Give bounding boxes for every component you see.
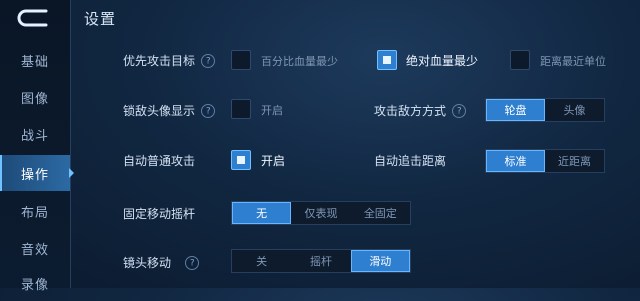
chase-distance-label: 自动追击距离 — [374, 152, 446, 169]
auto-attack-text: 自动普通攻击 — [123, 154, 196, 168]
joystick-visual-only[interactable]: 仅表现 — [291, 202, 350, 224]
attack-mode-avatar[interactable]: 头像 — [545, 99, 604, 121]
sidebar: 基础 图像 战斗 操作 布局 音效 录像 — [0, 0, 71, 293]
sidebar-item-sound[interactable]: 音效 — [0, 230, 70, 266]
camera-swipe[interactable]: 滑动 — [350, 250, 410, 272]
camera-move-label: 镜头移动 ? — [123, 252, 202, 273]
camera-move-selector: 关 摇杆 滑动 — [231, 249, 411, 273]
joystick-none[interactable]: 无 — [232, 202, 292, 224]
help-icon[interactable]: ? — [182, 252, 202, 273]
checkbox-lock-avatar[interactable] — [231, 99, 251, 119]
chase-distance-selector: 标准 近距离 — [485, 149, 605, 173]
help-icon[interactable]: ? — [449, 100, 469, 121]
checkbox-nearest-unit[interactable] — [510, 50, 530, 70]
sidebar-item-layout[interactable]: 布局 — [0, 193, 70, 229]
camera-off[interactable]: 关 — [232, 250, 291, 272]
sidebar-item-battle[interactable]: 战斗 — [0, 116, 70, 152]
checkbox-absolute-hp[interactable] — [377, 50, 397, 70]
auto-attack-label: 自动普通攻击 — [123, 152, 195, 169]
attack-mode-selector: 轮盘 头像 — [485, 98, 605, 122]
option-percent-hp: 百分比血量最少 — [261, 55, 338, 68]
option-lock-avatar: 开启 — [261, 104, 283, 117]
sidebar-item-replay[interactable]: 录像 — [0, 265, 70, 301]
fixed-joystick-selector: 无 仅表现 全固定 — [231, 201, 411, 225]
camera-move-text: 镜头移动 — [123, 256, 172, 270]
fixed-joystick-label: 固定移动摇杆 — [123, 205, 195, 222]
sidebar-item-image[interactable]: 图像 — [0, 79, 70, 115]
checkbox-auto-attack[interactable] — [231, 150, 251, 170]
attack-mode-wheel[interactable]: 轮盘 — [486, 99, 545, 121]
attack-mode-text: 攻击敌方方式 — [374, 104, 447, 118]
help-icon[interactable]: ? — [198, 50, 218, 71]
camera-joystick[interactable]: 摇杆 — [291, 250, 350, 272]
fixed-joystick-text: 固定移动摇杆 — [123, 207, 196, 221]
chase-distance-text: 自动追击距离 — [374, 154, 447, 168]
sidebar-item-controls[interactable]: 操作 — [0, 155, 70, 191]
help-icon[interactable]: ? — [198, 100, 218, 121]
option-auto-attack: 开启 — [261, 154, 286, 168]
target-priority-label: 优先攻击目标 ? — [123, 50, 218, 71]
joystick-full-fixed[interactable]: 全固定 — [351, 202, 410, 224]
attack-mode-label: 攻击敌方方式 ? — [374, 100, 469, 121]
sidebar-item-basic[interactable]: 基础 — [0, 42, 70, 78]
option-nearest-unit: 距离最近单位 — [540, 55, 606, 68]
page-title: 设置 — [84, 10, 117, 28]
chase-distance-standard[interactable]: 标准 — [486, 150, 545, 172]
option-absolute-hp: 绝对血量最少 — [406, 54, 479, 68]
lock-avatar-text: 锁敌头像显示 — [123, 104, 196, 118]
back-icon[interactable] — [16, 8, 52, 28]
lock-avatar-label: 锁敌头像显示 ? — [123, 100, 218, 121]
target-priority-text: 优先攻击目标 — [123, 54, 196, 68]
chase-distance-near[interactable]: 近距离 — [545, 150, 604, 172]
checkbox-percent-hp[interactable] — [231, 50, 251, 70]
